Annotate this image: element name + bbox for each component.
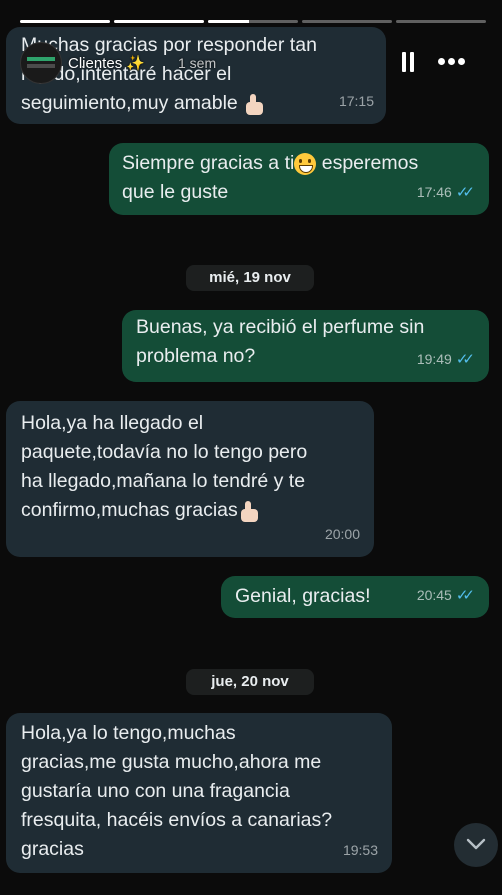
story-username[interactable]: Clientes ✨	[68, 54, 145, 72]
story-time-ago: 1 sem	[178, 55, 217, 71]
message-text: Hola,ya lo tengo,muchas gracias,me gusta…	[21, 722, 333, 860]
read-receipt-icon: ✓✓	[455, 184, 475, 201]
scroll-to-bottom-button[interactable]	[454, 823, 498, 867]
incoming-message[interactable]: Hola,ya lo tengo,muchas gracias,me gusta…	[6, 713, 392, 873]
outgoing-message[interactable]: Genial, gracias! 20:45 ✓✓	[221, 576, 489, 618]
date-separator: mié, 19 nov	[186, 265, 314, 291]
message-time: 17:46	[416, 184, 452, 200]
read-receipt-icon: ✓✓	[455, 351, 475, 368]
message-time: 20:00	[324, 526, 360, 542]
message-text: Buenas, ya recibió el perfume sin proble…	[136, 316, 425, 367]
message-time: 17:15	[338, 93, 374, 109]
message-time: 19:53	[342, 842, 378, 858]
message-time: 20:45	[416, 587, 452, 603]
date-separator: jue, 20 nov	[186, 669, 314, 695]
outgoing-message[interactable]: Siempre gracias a ti esperemos que le gu…	[109, 143, 489, 215]
pause-icon[interactable]	[401, 52, 415, 72]
grinning-face-icon	[294, 152, 317, 175]
read-receipt-icon: ✓✓	[455, 587, 475, 604]
thumbs-up-icon	[238, 499, 262, 523]
story-progress	[20, 20, 486, 23]
story-progress-segment	[396, 20, 486, 23]
story-header: Clientes ✨ 1 sem	[0, 36, 502, 88]
more-options-icon[interactable]	[438, 58, 466, 66]
thumbs-up-icon	[243, 92, 267, 116]
chevron-down-icon	[466, 838, 486, 850]
message-text: Genial, gracias!	[235, 585, 371, 607]
story-progress-segment	[208, 20, 298, 23]
message-text: Hola,ya ha llegado el paquete,todavía no…	[21, 412, 308, 521]
story-progress-segment	[20, 20, 110, 23]
outgoing-message[interactable]: Buenas, ya recibió el perfume sin proble…	[122, 310, 489, 382]
avatar[interactable]	[20, 42, 62, 84]
incoming-message[interactable]: Hola,ya ha llegado el paquete,todavía no…	[6, 401, 374, 557]
story-progress-segment	[302, 20, 392, 23]
story-progress-segment	[114, 20, 204, 23]
message-time: 19:49	[416, 351, 452, 367]
message-text: Siempre gracias a ti	[122, 152, 295, 174]
